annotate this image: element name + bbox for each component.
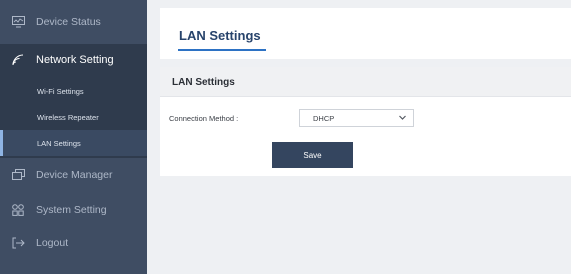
device-manager-icon	[11, 168, 25, 182]
router-admin-app: Device Status Network Setting Wi-Fi Sett…	[0, 0, 571, 274]
panel-title: LAN Settings	[172, 77, 235, 88]
sidebar-item-network-setting[interactable]: Network Setting	[0, 44, 147, 76]
sidebar-item-label: System Setting	[36, 204, 107, 216]
sidebar-item-lan-settings[interactable]: LAN Settings	[0, 130, 147, 156]
connection-method-select[interactable]: DHCP	[299, 109, 414, 127]
save-button[interactable]: Save	[272, 142, 353, 168]
sidebar-item-wireless-repeater[interactable]: Wireless Repeater	[0, 104, 147, 130]
sidebar-item-label: Network Setting	[36, 54, 114, 66]
sidebar-item-wifi-settings[interactable]: Wi-Fi Settings	[0, 78, 147, 104]
monitor-icon	[11, 15, 25, 29]
sidebar-item-label: Device Manager	[36, 169, 113, 181]
connection-method-label: Connection Method :	[169, 114, 239, 123]
connection-method-value: DHCP	[313, 114, 335, 123]
logout-icon	[11, 236, 25, 250]
page-header: LAN Settings	[160, 8, 571, 59]
sidebar-item-label: Logout	[36, 237, 69, 249]
sidebar-item-label: Wireless Repeater	[37, 112, 99, 122]
sidebar-item-system-setting[interactable]: System Setting	[0, 193, 147, 227]
sidebar-item-label: Device Status	[36, 16, 101, 28]
settings-grid-icon	[11, 203, 25, 217]
sidebar-item-logout[interactable]: Logout	[0, 226, 147, 260]
sidebar-item-label: LAN Settings	[37, 138, 81, 148]
sidebar-item-device-manager[interactable]: Device Manager	[0, 158, 147, 192]
wifi-icon	[11, 53, 25, 67]
lan-settings-panel: LAN Settings Connection Method : DHCP Sa…	[160, 67, 571, 176]
page-title: LAN Settings	[179, 28, 261, 43]
main-content: LAN Settings LAN Settings Connection Met…	[147, 0, 571, 274]
panel-header: LAN Settings	[160, 67, 571, 97]
chevron-down-icon	[399, 115, 406, 120]
sidebar-item-device-status[interactable]: Device Status	[0, 4, 147, 40]
sidebar-item-label: Wi-Fi Settings	[37, 86, 84, 96]
title-underline	[178, 49, 266, 51]
sidebar: Device Status Network Setting Wi-Fi Sett…	[0, 0, 147, 274]
network-setting-submenu: Wi-Fi Settings Wireless Repeater LAN Set…	[0, 76, 147, 158]
